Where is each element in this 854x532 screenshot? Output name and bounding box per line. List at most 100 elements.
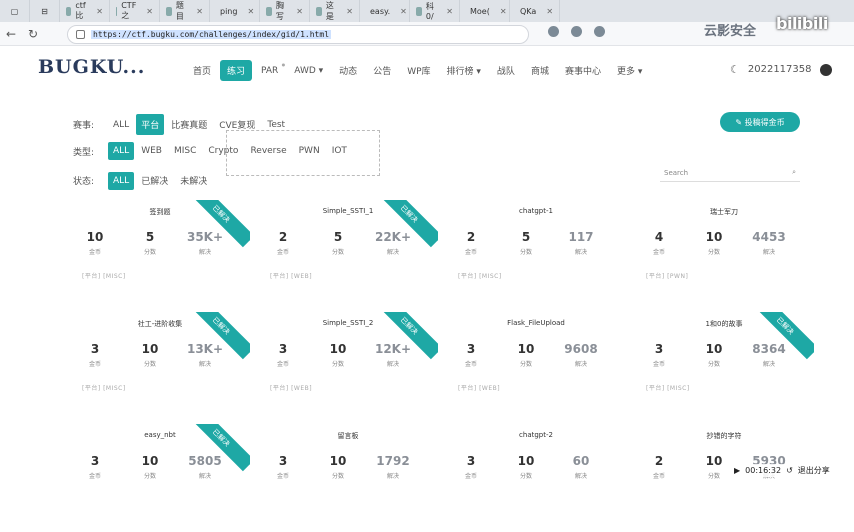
extension-icon[interactable] <box>548 26 559 37</box>
extension-icon[interactable] <box>594 26 605 37</box>
solves-value: 4453 <box>752 230 786 244</box>
solves-stat: 22K+ 解决 <box>368 230 418 256</box>
filter-option[interactable]: 比赛真题 <box>166 114 212 135</box>
nav-item[interactable]: PAR <box>254 62 286 80</box>
close-icon[interactable]: ✕ <box>247 7 254 16</box>
browser-tab[interactable]: ctf比 ✕ <box>60 0 110 22</box>
site-logo[interactable]: BUGKU... <box>38 56 145 78</box>
browser-tab[interactable]: CTF之 ✕ <box>110 0 160 22</box>
challenge-card[interactable]: easy_nbt 3 金币 10 分数 5805 解决 已解决 <box>70 424 250 532</box>
browser-tab[interactable]: 题目 ✕ <box>160 0 210 22</box>
bilibili-logo: bilibili <box>776 14 828 33</box>
exit-icon[interactable]: ↺ <box>786 466 793 475</box>
browser-tab-label: 科0/ <box>425 2 434 21</box>
close-icon[interactable]: ✕ <box>296 7 303 16</box>
coins-stat: 4 金币 <box>634 230 684 256</box>
extension-icon[interactable] <box>571 26 582 37</box>
solves-label: 解决 <box>762 249 775 256</box>
browser-tab[interactable]: Moe(✕ <box>460 0 510 22</box>
points-label: 分数 <box>519 473 532 480</box>
nav-item[interactable]: 战队 <box>490 60 522 81</box>
challenge-card[interactable]: 签到题 10 金币 5 分数 35K+ 解决 [平台] [MISC] 已解决 <box>70 200 250 308</box>
nav-item[interactable]: WP库 <box>400 60 437 81</box>
play-icon[interactable]: ▶ <box>734 466 740 475</box>
filter-option[interactable]: WEB <box>136 142 167 160</box>
browser-tab[interactable]: 这是 ✕ <box>310 0 360 22</box>
challenge-title: chatgpt-2 <box>519 431 553 439</box>
coins-label: 金币 <box>652 249 665 256</box>
nav-item[interactable]: 公告 <box>366 60 398 81</box>
reload-icon[interactable]: ↻ <box>22 23 44 45</box>
filter-label: 赛事: <box>73 121 95 131</box>
nav-item[interactable]: 练习 <box>220 60 253 81</box>
coins-stat: 2 金币 <box>258 230 308 256</box>
coins-value: 2 <box>654 454 664 468</box>
close-icon[interactable]: ✕ <box>346 7 353 16</box>
close-icon[interactable]: ✕ <box>446 7 453 16</box>
challenge-card[interactable]: chatgpt-2 3 金币 10 分数 60 解决 <box>446 424 626 532</box>
challenge-card[interactable]: 抄错的字符2金币10分数5930解决 <box>634 424 814 532</box>
coins-stat: 3 金币 <box>70 342 120 368</box>
challenge-card[interactable]: Simple_SSTI_2 3 金币 10 分数 12K+ 解决 [平台] [WEB] 已解决 <box>258 312 438 420</box>
submit-challenge-button[interactable]: ✎ 投稿得金币 <box>720 112 800 132</box>
browser-tab[interactable]: 胸写 ✕ <box>260 0 310 22</box>
address-bar[interactable]: https://ctf.bugku.com/challenges/index/g… <box>67 25 529 44</box>
favicon-icon <box>416 6 422 16</box>
nav-item[interactable]: 赛事中心 <box>558 60 608 81</box>
browser-tab[interactable]: easy. ✕ <box>360 0 410 22</box>
challenge-card[interactable]: 1和0的故事 3 金币 10 分数 8364 解决 [平台] [MISC] 已解决 <box>634 312 814 420</box>
solves-label: 解决 <box>386 473 399 480</box>
nav-item[interactable]: 排行榜 ▾ <box>440 60 488 81</box>
filter-option[interactable]: ALL <box>108 171 135 190</box>
close-icon[interactable]: ✕ <box>500 7 507 16</box>
close-icon[interactable]: ✕ <box>146 7 153 16</box>
filter-option[interactable]: 平台 <box>136 114 165 135</box>
browser-tab[interactable]: 科0/ ✕ <box>410 0 460 22</box>
browser-tab[interactable]: QKa ✕ <box>510 0 560 22</box>
username[interactable]: 2022117358 <box>748 64 812 75</box>
filter-option[interactable]: 未解决 <box>175 170 212 191</box>
back-icon[interactable]: ← <box>0 23 22 45</box>
coins-value: 3 <box>90 342 100 356</box>
filter-option[interactable]: ALL <box>108 142 135 160</box>
tab-actions-icon[interactable]: ▢ <box>0 0 30 22</box>
challenge-card[interactable]: Flask_FileUpload 3 金币 10 分数 9608 解决 [平台] [WEB] <box>446 312 626 420</box>
challenge-card[interactable]: chatgpt-1 2 金币 5 分数 117 解决 [平台] [MISC] <box>446 200 626 308</box>
coins-value: 3 <box>90 454 100 468</box>
nav-item[interactable]: 首页 <box>186 60 218 81</box>
close-icon[interactable]: ✕ <box>400 7 407 16</box>
tab-list-icon[interactable]: ⊟ <box>30 0 60 22</box>
coins-value: 3 <box>654 342 664 356</box>
points-stat: 5 分数 <box>501 230 551 256</box>
nav-item[interactable]: 商城 <box>524 60 556 81</box>
challenge-card[interactable]: Simple_SSTI_1 2 金币 5 分数 22K+ 解决 [平台] [WEB] 已解决 <box>258 200 438 308</box>
filter-option[interactable]: ALL <box>108 116 134 134</box>
coins-value: 2 <box>466 230 476 244</box>
search-icon[interactable]: ⌕ <box>792 168 796 177</box>
challenge-card[interactable]: 社工-进阶收集 3 金币 10 分数 13K+ 解决 [平台] [MISC] 已解决 <box>70 312 250 420</box>
exit-share-button[interactable]: 退出分享 <box>798 465 830 476</box>
coins-stat: 3 金币 <box>634 342 684 368</box>
close-icon[interactable]: ✕ <box>196 7 203 16</box>
browser-tab[interactable]: ping ✕ <box>210 0 260 22</box>
browser-tab-label: easy. <box>370 6 391 16</box>
close-icon[interactable]: ✕ <box>96 7 103 16</box>
user-avatar-icon[interactable] <box>819 63 832 76</box>
coins-label: 金币 <box>464 249 477 256</box>
nav-item[interactable]: 更多 ▾ <box>610 60 649 81</box>
points-label: 分数 <box>143 249 156 256</box>
nav-item[interactable]: AWD ▾ <box>287 62 330 80</box>
challenge-card[interactable]: 留言板 3 金币 10 分数 1792 解决 <box>258 424 438 532</box>
filter-option[interactable]: 已解决 <box>136 170 173 191</box>
selection-box <box>226 130 380 176</box>
solves-label: 解决 <box>574 473 587 480</box>
dark-mode-icon[interactable]: ☾ <box>730 63 740 76</box>
challenge-card[interactable]: 瑞士军刀 4 金币 10 分数 4453 解决 [平台] [PWN] <box>634 200 814 308</box>
search-input[interactable]: Search ⌕ <box>660 164 800 182</box>
points-value: 10 <box>517 342 535 356</box>
challenge-title: chatgpt-1 <box>519 207 553 215</box>
solves-label: 解决 <box>762 361 775 368</box>
filter-option[interactable]: MISC <box>169 142 201 160</box>
nav-item[interactable]: 动态 <box>332 60 364 81</box>
close-icon[interactable]: ✕ <box>546 7 553 16</box>
